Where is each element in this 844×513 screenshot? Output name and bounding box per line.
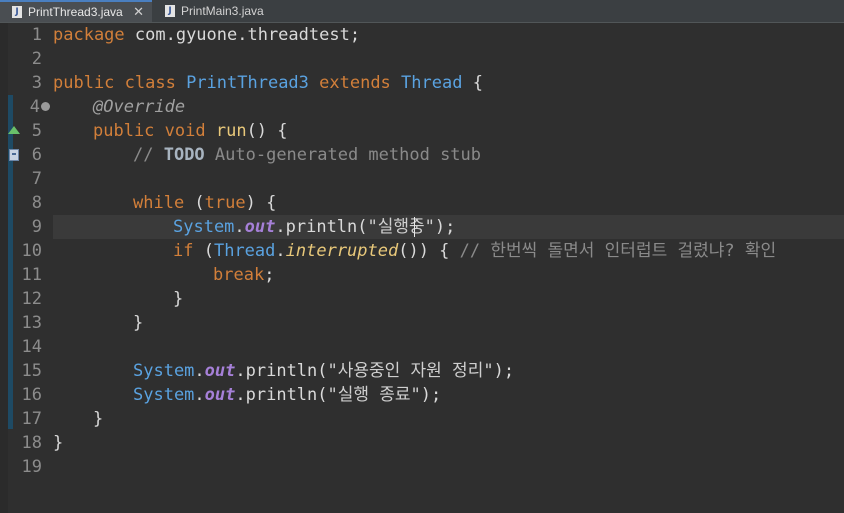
string-literal: "실행중"	[367, 217, 435, 237]
annotation: @Override	[93, 97, 186, 117]
tab-printmain3[interactable]: J PrintMain3.java	[153, 0, 273, 22]
task-marker-icon[interactable]	[9, 149, 19, 161]
paren: ) {	[245, 193, 277, 213]
dot: .	[194, 361, 205, 381]
code-line-10[interactable]: if (Thread.interrupted()) { // 한번씩 돌면서 인…	[173, 239, 776, 263]
code-line-12[interactable]: }	[173, 287, 183, 311]
tab-printthread3[interactable]: J PrintThread3.java ✕	[0, 0, 152, 22]
fold-collapse-icon[interactable]	[41, 102, 50, 111]
line-number: 2	[31, 49, 42, 69]
dot: .	[194, 385, 205, 405]
class-ref: Thread	[213, 241, 276, 261]
paren: (	[193, 241, 214, 261]
line-number: 4	[29, 97, 40, 117]
keyword: extends	[308, 73, 391, 93]
brace: }	[53, 433, 64, 453]
todo-tag: TODO	[163, 145, 205, 165]
method-name: run	[205, 121, 247, 141]
line-number: 3	[31, 73, 42, 93]
superclass-name: Thread	[390, 73, 463, 93]
line-number: 1	[31, 25, 42, 45]
line-number: 13	[21, 313, 42, 333]
keyword: package	[53, 25, 125, 45]
class-ref: System	[133, 361, 195, 381]
code-line-16[interactable]: System.out.println("실행 종료");	[133, 383, 441, 407]
comment: Auto-generated method stub	[204, 145, 482, 165]
annotation-ruler	[0, 23, 8, 513]
method-call: .println(	[235, 385, 328, 405]
paren: ()) {	[398, 241, 460, 261]
statement-end: );	[434, 217, 456, 237]
method-params: () {	[246, 121, 288, 141]
class-ref: System	[173, 217, 235, 237]
line-number: 11	[21, 265, 42, 285]
line-number: 14	[21, 337, 42, 357]
keyword: class	[114, 73, 176, 93]
brace: }	[93, 409, 104, 429]
dot: .	[234, 217, 245, 237]
keyword: public	[93, 121, 155, 141]
code-line-15[interactable]: System.out.println("사용중인 자원 정리");	[133, 359, 514, 383]
code-line-13[interactable]: }	[133, 311, 143, 335]
code-line-3[interactable]: public class PrintThread3 extends Thread…	[53, 71, 483, 95]
comment: // 한번씩 돌면서 인터럽트 걸렸냐? 확인	[459, 241, 777, 261]
java-editor-window: J PrintThread3.java ✕ J PrintMain3.java …	[0, 0, 844, 513]
method-call: .println(	[235, 361, 328, 381]
string-literal: "사용중인 자원 정리"	[327, 361, 494, 381]
code-line-17[interactable]: }	[93, 407, 103, 431]
tab-label: PrintMain3.java	[181, 4, 264, 18]
static-method: interrupted	[285, 241, 399, 261]
statement-end: );	[420, 385, 442, 405]
text-cursor	[414, 217, 415, 237]
override-marker-icon[interactable]	[8, 126, 20, 134]
paren: (	[184, 193, 205, 213]
semicolon: ;	[264, 265, 275, 285]
line-number: 17	[21, 409, 42, 429]
keyword: public	[53, 73, 115, 93]
close-icon[interactable]: ✕	[133, 5, 144, 20]
line-number: 12	[21, 289, 42, 309]
code-line-18[interactable]: }	[53, 431, 63, 455]
static-field: out	[244, 217, 276, 237]
code-line-11[interactable]: break;	[213, 263, 274, 287]
line-number: 10	[21, 241, 42, 261]
string-literal: "실행 종료"	[327, 385, 421, 405]
static-field: out	[204, 385, 236, 405]
line-number: 15	[21, 361, 42, 381]
java-file-icon: J	[12, 6, 22, 18]
code-line-5[interactable]: public void run() {	[93, 119, 288, 143]
keyword: if	[173, 241, 194, 261]
tab-label: PrintThread3.java	[28, 5, 123, 19]
code-line-8[interactable]: while (true) {	[133, 191, 276, 215]
class-ref: System	[133, 385, 195, 405]
class-name: PrintThread3	[175, 73, 309, 93]
keyword: while	[133, 193, 185, 213]
editor-tab-bar: J PrintThread3.java ✕ J PrintMain3.java	[0, 0, 844, 23]
java-file-icon: J	[165, 5, 175, 17]
package-name: com.gyuone.threadtest;	[124, 25, 361, 45]
comment: //	[133, 145, 164, 165]
keyword: true	[204, 193, 246, 213]
keyword: break	[213, 265, 265, 285]
code-line-6[interactable]: // TODO Auto-generated method stub	[133, 143, 481, 167]
line-number: 8	[31, 193, 42, 213]
brace: {	[462, 73, 483, 93]
code-line-4[interactable]: @Override	[93, 95, 185, 119]
statement-end: );	[493, 361, 515, 381]
method-call: .println(	[275, 217, 368, 237]
keyword: void	[154, 121, 206, 141]
static-field: out	[204, 361, 236, 381]
dot: .	[275, 241, 286, 261]
line-number: 19	[21, 457, 42, 477]
brace: }	[133, 313, 144, 333]
line-number: 9	[31, 217, 42, 237]
line-number: 16	[21, 385, 42, 405]
code-line-1[interactable]: package com.gyuone.threadtest;	[53, 23, 360, 47]
brace: }	[173, 289, 184, 309]
line-number: 18	[21, 433, 42, 453]
line-number: 7	[31, 169, 42, 189]
